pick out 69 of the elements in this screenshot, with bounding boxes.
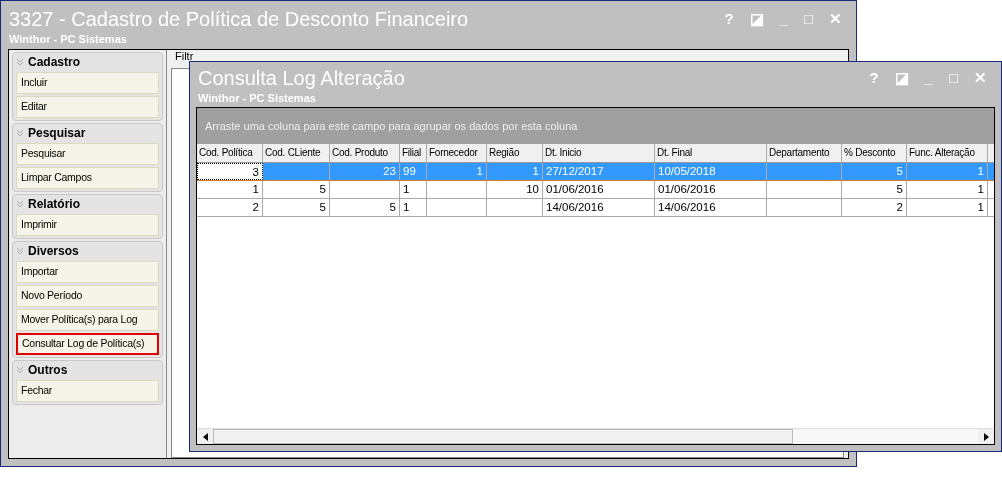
table-cell: 1 <box>977 201 984 213</box>
right-arrow-icon[interactable] <box>983 432 989 441</box>
table-cell: 5 <box>389 201 396 213</box>
window-subtitle: Winthor - PC Sistemas <box>9 32 128 47</box>
scrollbar-thumb[interactable] <box>213 429 793 444</box>
table-cell: 14/06/2016 <box>546 201 604 213</box>
column-header[interactable]: Cod. Política <box>197 144 263 162</box>
chevron-icon <box>16 199 24 208</box>
group-title: Outros <box>28 361 68 379</box>
sidebar-button[interactable]: Importar <box>16 261 159 283</box>
table-row[interactable]: 3 23 99 1 1 27/12/2017 10/05/2018 5 1 <box>197 163 994 181</box>
table-cell: 01/06/2016 <box>546 183 604 195</box>
table-cell: 1 <box>532 165 539 177</box>
tab[interactable]: Filtr <box>175 47 194 64</box>
table-cell: 5 <box>319 183 326 195</box>
sidebar-button[interactable]: Mover Política(s) para Log <box>16 309 159 331</box>
group-title: Relatório <box>28 195 80 213</box>
table-cell: 10 <box>526 183 539 195</box>
window-subtitle: Winthor - PC Sistemas <box>198 91 317 106</box>
table-cell: 10/05/2018 <box>658 165 716 177</box>
table-cell: 14/06/2016 <box>658 201 716 213</box>
sidebar-button[interactable]: Incluir <box>16 72 159 94</box>
column-header[interactable]: Cod. Produto <box>330 144 400 162</box>
column-header[interactable]: Região <box>487 144 543 162</box>
table-cell: 1 <box>403 201 410 213</box>
sidebar-button[interactable]: Editar <box>16 96 159 118</box>
table-cell: 5 <box>896 183 903 195</box>
chevron-icon <box>16 128 24 137</box>
sidebar-button[interactable]: Consultar Log de Política(s) <box>16 333 159 355</box>
column-header[interactable]: Cod. CLiente <box>263 144 330 162</box>
table-row[interactable]: 1 5 1 10 01/06/2016 01/06/2016 5 1 <box>197 181 994 199</box>
table-row[interactable]: 2 5 5 1 14/06/2016 14/06/2016 2 1 <box>197 199 994 217</box>
sidebar-button[interactable]: Imprimir <box>16 214 159 236</box>
horizontal-scrollbar[interactable] <box>197 428 994 444</box>
table-cell: 01/06/2016 <box>658 183 716 195</box>
column-header[interactable]: Departamento <box>767 144 842 162</box>
table-cell: 3 <box>252 166 259 178</box>
table-cell: 2 <box>896 201 903 213</box>
window-title: Consulta Log Alteração <box>198 66 405 90</box>
group-title: Cadastro <box>28 53 80 71</box>
column-header[interactable]: Filial <box>400 144 427 162</box>
left-arrow-icon[interactable] <box>202 432 208 441</box>
table-cell: 1 <box>403 183 410 195</box>
group-title: Pesquisar <box>28 124 86 142</box>
column-header[interactable]: Fornecedor <box>427 144 487 162</box>
column-header[interactable]: Dt. Final <box>655 144 767 162</box>
table-cell: 23 <box>383 165 396 177</box>
table-cell: 1 <box>977 165 984 177</box>
group-hint: Arraste uma coluna para este campo para agrupar os dados por esta coluna <box>205 118 578 134</box>
sidebar-button[interactable]: Fechar <box>16 380 159 402</box>
column-header[interactable]: Func. Alteração <box>907 144 988 162</box>
chevron-icon <box>16 246 24 255</box>
sidebar-button[interactable]: Novo Período <box>16 285 159 307</box>
table-cell: 1 <box>476 165 483 177</box>
table-cell: 27/12/2017 <box>546 165 604 177</box>
group-title: Diversos <box>28 242 79 260</box>
table-cell: 99 <box>403 165 416 177</box>
table-cell: 2 <box>252 201 259 213</box>
sidebar-button[interactable]: Limpar Campos <box>16 167 159 189</box>
table-cell: 5 <box>896 165 903 177</box>
chevron-icon <box>16 365 24 374</box>
column-header[interactable]: Dt. Inicio <box>543 144 655 162</box>
chevron-icon <box>16 57 24 66</box>
table-cell: 1 <box>252 183 259 195</box>
table-cell: 5 <box>319 201 326 213</box>
table-cell: 1 <box>977 183 984 195</box>
sidebar-button[interactable]: Pesquisar <box>16 143 159 165</box>
column-header[interactable]: % Desconto <box>842 144 907 162</box>
window-title: 3327 - Cadastro de Política de Desconto Financeiro <box>9 7 469 31</box>
